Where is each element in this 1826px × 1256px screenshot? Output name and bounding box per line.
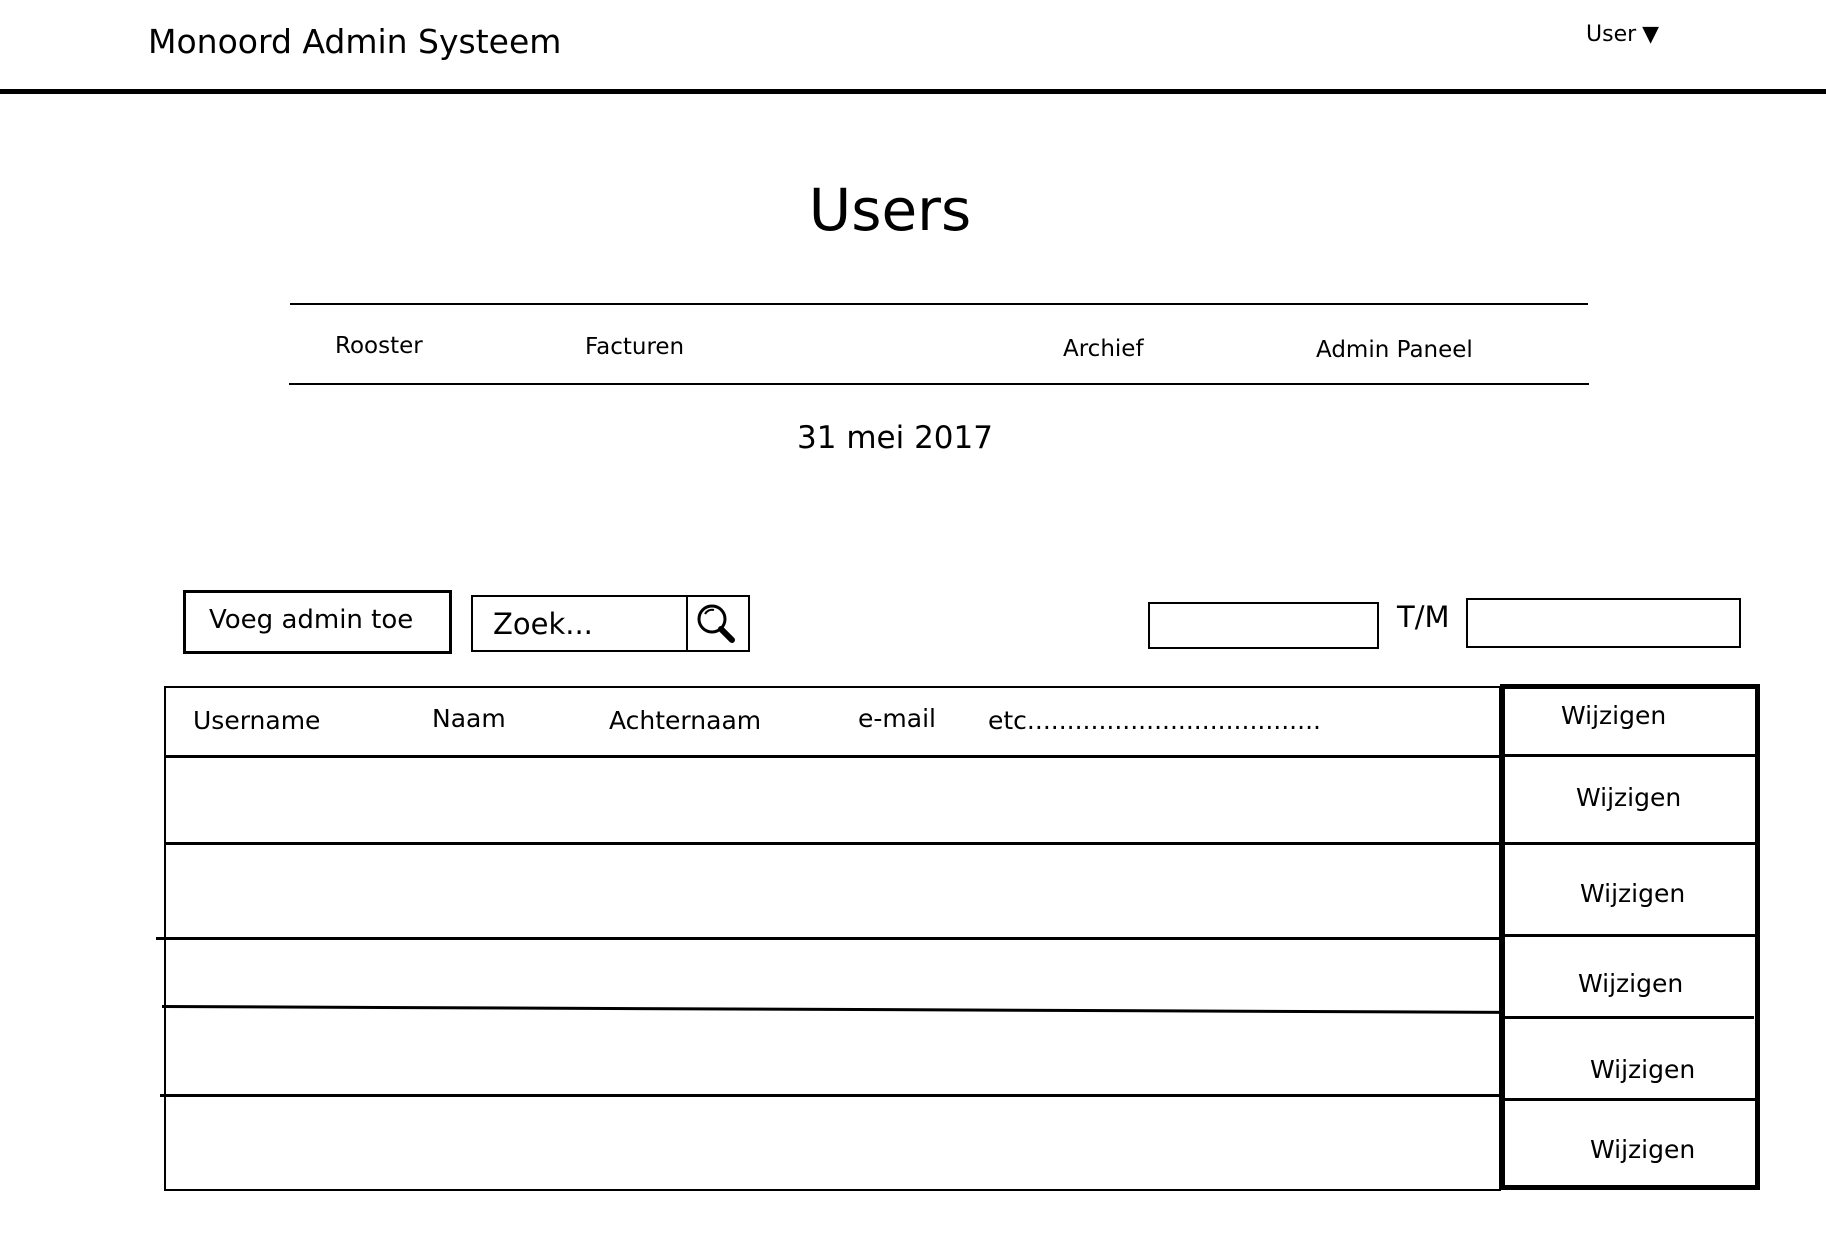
range-separator-label: T/M xyxy=(1397,600,1450,634)
app-title: Monoord Admin Systeem xyxy=(148,22,562,61)
column-header-email: e-mail xyxy=(858,704,936,733)
date-from-input[interactable] xyxy=(1148,602,1379,649)
edit-button[interactable]: Wijzigen xyxy=(1578,969,1683,998)
edit-button[interactable]: Wijzigen xyxy=(1561,701,1666,730)
column-header-naam: Naam xyxy=(432,704,506,733)
column-header-achternaam: Achternaam xyxy=(609,706,762,735)
table-row-divider xyxy=(164,755,1502,758)
table-row-divider xyxy=(156,937,1502,940)
actions-row-divider xyxy=(1500,1016,1754,1019)
current-date: 31 mei 2017 xyxy=(797,420,993,456)
caret-down-icon: ▼ xyxy=(1642,22,1660,47)
user-menu[interactable]: User ▼ xyxy=(1586,22,1659,47)
table-row-divider xyxy=(160,1094,1502,1097)
actions-row-divider xyxy=(1500,934,1760,937)
nav-top-divider xyxy=(290,303,1588,305)
nav-item-facturen[interactable]: Facturen xyxy=(585,334,684,360)
nav-item-admin-paneel[interactable]: Admin Paneel xyxy=(1316,337,1473,363)
actions-column xyxy=(1500,684,1760,1190)
edit-button[interactable]: Wijzigen xyxy=(1580,879,1685,908)
nav-bottom-divider xyxy=(289,383,1589,385)
column-header-etc: etc..................................... xyxy=(988,706,1321,735)
actions-row-divider xyxy=(1500,842,1760,845)
add-admin-button[interactable]: Voeg admin toe xyxy=(183,590,452,654)
actions-row-divider xyxy=(1500,754,1760,757)
header-divider xyxy=(0,89,1826,94)
magnifier-icon xyxy=(697,604,735,643)
search-button[interactable] xyxy=(686,595,750,652)
column-header-username: Username xyxy=(193,706,321,735)
nav-item-rooster[interactable]: Rooster xyxy=(335,333,423,359)
edit-button[interactable]: Wijzigen xyxy=(1590,1055,1695,1084)
table-row-divider xyxy=(164,842,1502,845)
user-menu-label: User xyxy=(1586,22,1637,47)
actions-row-divider xyxy=(1500,1098,1760,1101)
nav-item-archief[interactable]: Archief xyxy=(1063,336,1144,362)
date-to-input[interactable] xyxy=(1466,598,1741,648)
edit-button[interactable]: Wijzigen xyxy=(1590,1135,1695,1164)
edit-button[interactable]: Wijzigen xyxy=(1576,783,1681,812)
page-title: Users xyxy=(808,176,972,244)
search-input[interactable]: Zoek... xyxy=(471,595,688,652)
